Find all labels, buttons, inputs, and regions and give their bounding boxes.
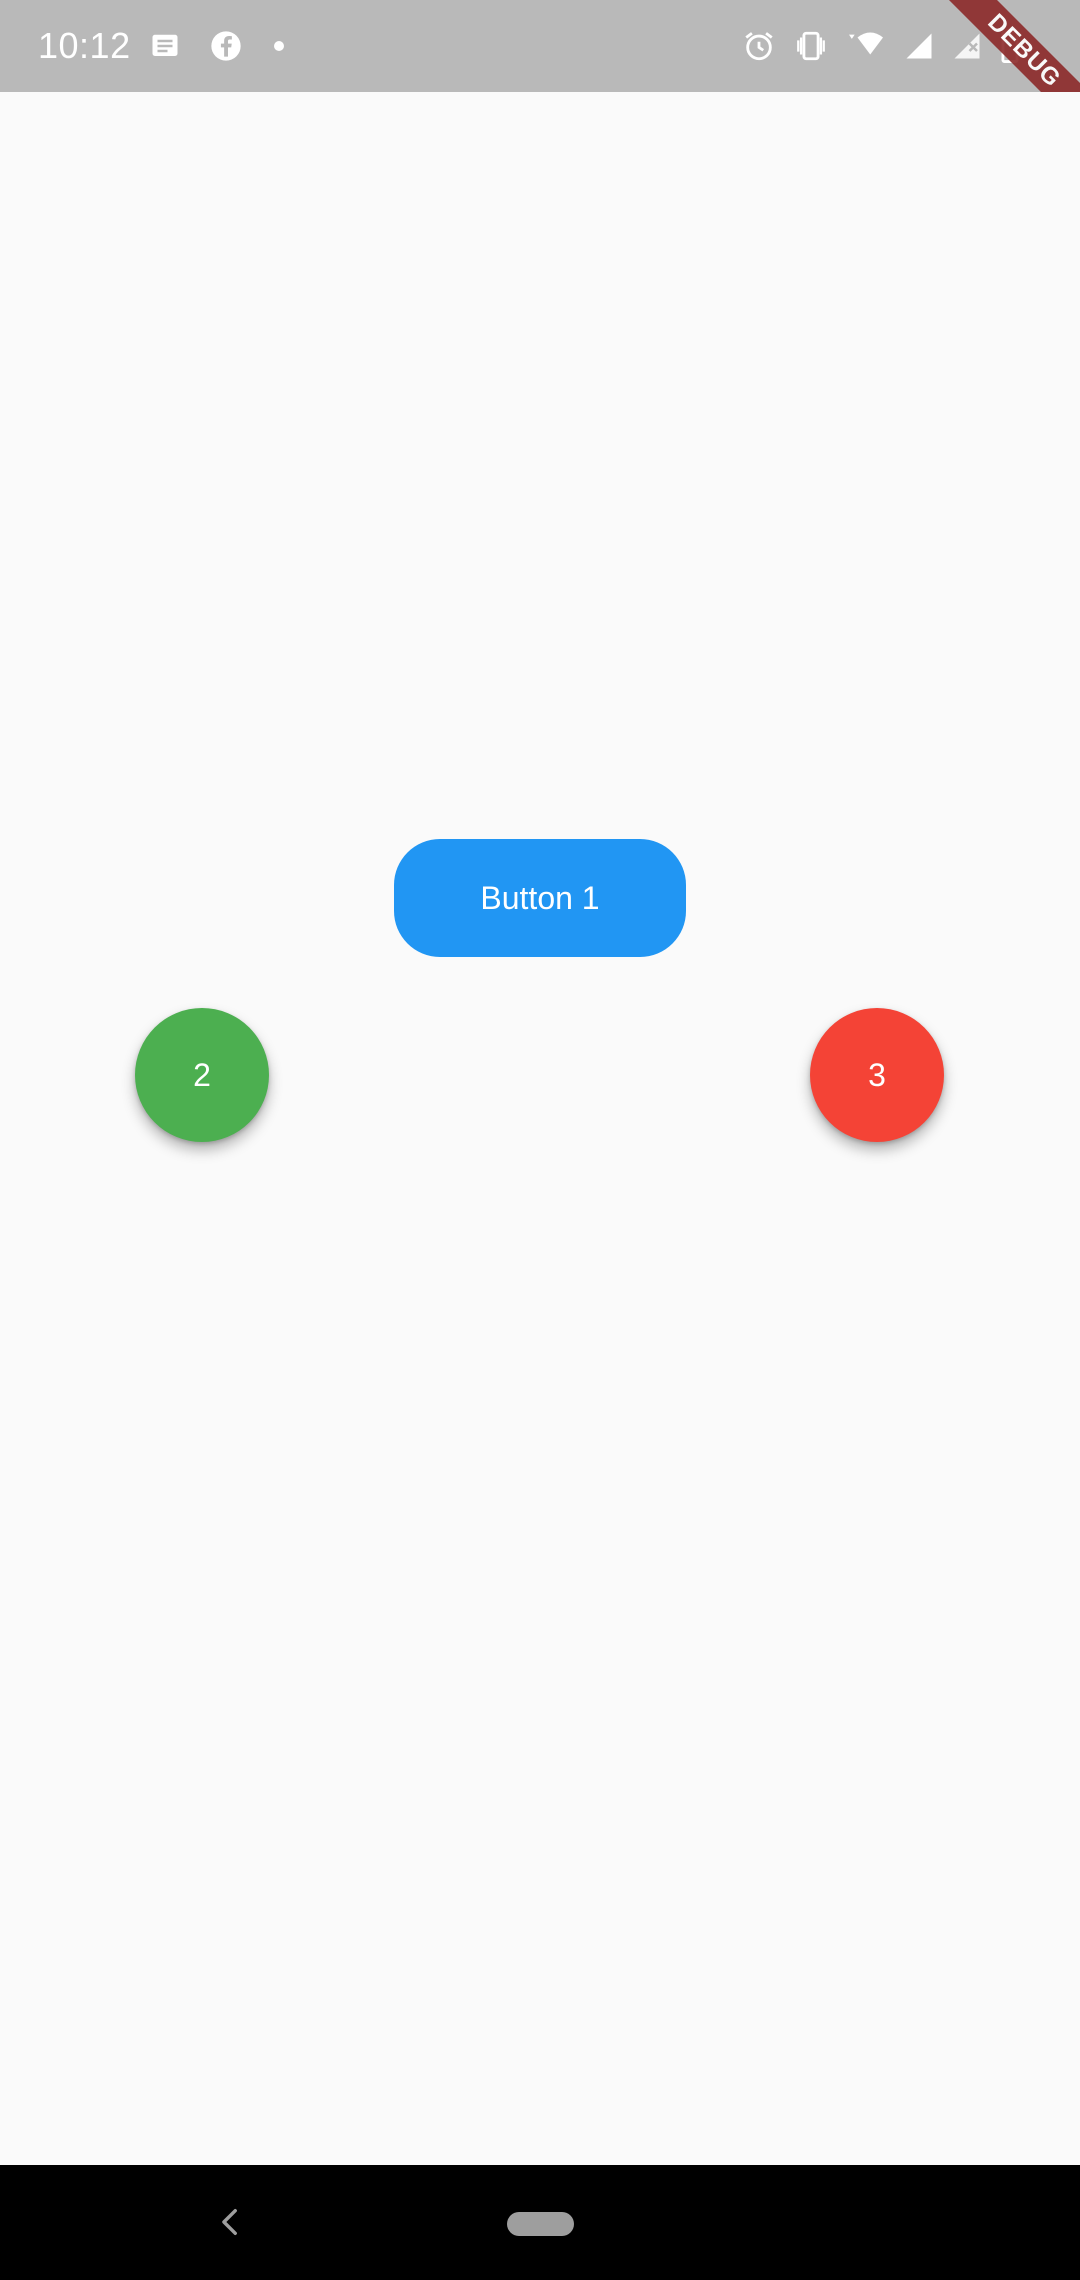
button-3[interactable]: 3	[810, 1008, 944, 1142]
button-1[interactable]: Button 1	[394, 839, 686, 957]
facebook-icon	[210, 30, 242, 62]
message-icon	[150, 31, 180, 61]
vibrate-icon	[794, 29, 828, 63]
alarm-icon	[742, 29, 776, 63]
status-bar: 10:12	[0, 0, 1080, 92]
wifi-icon	[846, 29, 886, 63]
home-pill[interactable]	[507, 2212, 574, 2236]
signal-icon	[904, 31, 934, 61]
status-system-icons	[742, 18, 1020, 74]
status-notification-icons	[150, 18, 286, 74]
battery-icon	[1000, 29, 1020, 63]
dot-icon	[272, 39, 286, 53]
signal-alt-icon	[952, 31, 982, 61]
status-time: 10:12	[38, 25, 131, 66]
button-2[interactable]: 2	[135, 1008, 269, 1142]
back-icon[interactable]	[214, 2205, 248, 2239]
navigation-bar	[0, 2165, 1080, 2280]
